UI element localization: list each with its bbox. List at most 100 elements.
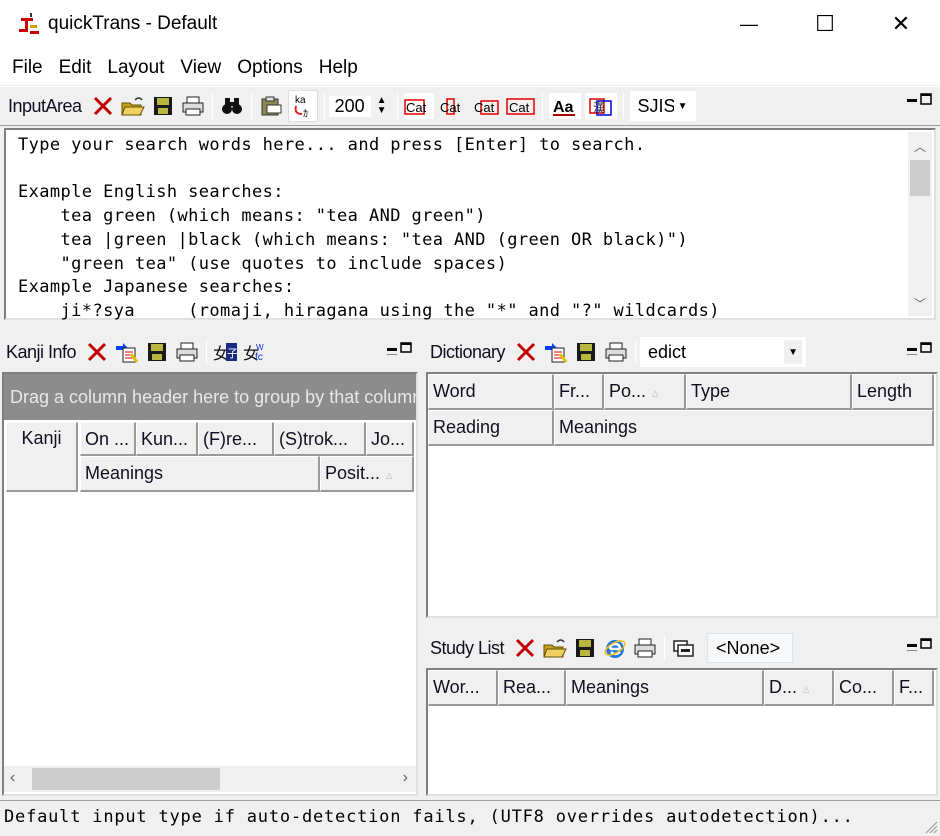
panel-minimize-icon[interactable] xyxy=(906,342,918,356)
flashcards-icon[interactable] xyxy=(671,635,697,661)
scrollbar-thumb[interactable] xyxy=(32,768,220,790)
dictionary-select[interactable]: edict ▼ xyxy=(640,337,807,367)
dictionary-grid: Word Fr... Po... ▵ Type Length Reading Me… xyxy=(426,372,938,618)
kanji-horizontal-scrollbar[interactable]: ‹ › xyxy=(4,766,416,792)
save-icon[interactable] xyxy=(573,339,599,365)
clear-icon[interactable] xyxy=(512,635,538,661)
sort-ascending-icon: ▵ xyxy=(803,681,810,696)
save-icon[interactable] xyxy=(144,339,170,365)
column-header-pos[interactable]: Po... ▵ xyxy=(604,374,686,410)
group-by-area[interactable]: Drag a column header here to group by th… xyxy=(4,374,416,420)
svg-text:ｶ: ｶ xyxy=(303,108,308,120)
browser-icon[interactable] xyxy=(602,635,628,661)
title-bar: quickTrans - Default — ☐ ✕ xyxy=(0,0,940,50)
column-header-strokes[interactable]: (S)trok... xyxy=(274,422,366,456)
menu-layout[interactable]: Layout xyxy=(99,57,172,79)
print-icon[interactable] xyxy=(603,339,629,365)
print-icon[interactable] xyxy=(174,339,200,365)
study-list-select-value: <None> xyxy=(716,637,781,658)
toolbar-separator xyxy=(622,93,624,119)
close-icon: ✕ xyxy=(891,11,911,36)
column-header-reading[interactable]: Reading xyxy=(428,410,554,446)
panel-minimize-icon[interactable] xyxy=(906,93,918,107)
study-list-select[interactable]: <None> xyxy=(707,633,794,663)
kanji-wfc-icon[interactable]: 女 Wfc xyxy=(243,339,269,365)
panel-maximize-icon[interactable] xyxy=(920,342,932,356)
resize-grip-icon[interactable] xyxy=(922,818,938,834)
font-size-value[interactable]: 200 xyxy=(328,95,371,117)
cat-style-4-icon[interactable]: Cat xyxy=(505,93,536,119)
column-header-kun[interactable]: Kun... xyxy=(136,422,198,456)
chevron-down-icon: ▼ xyxy=(784,340,803,364)
save-icon[interactable] xyxy=(572,635,598,661)
menu-edit[interactable]: Edit xyxy=(51,57,100,79)
column-header-jouyou[interactable]: Jo... xyxy=(366,422,414,456)
print-icon[interactable] xyxy=(180,93,206,119)
column-header-frequency[interactable]: Fr... xyxy=(554,374,604,410)
column-header-meanings[interactable]: Meanings xyxy=(566,670,764,706)
binoculars-icon[interactable] xyxy=(219,93,245,119)
search-input[interactable]: Type your search words here... and press… xyxy=(4,128,936,321)
kanji-info-title: Kanji Info xyxy=(6,341,77,362)
close-button[interactable]: ✕ xyxy=(866,0,936,48)
kana-convert-icon[interactable]: ka ｶ xyxy=(287,90,318,122)
column-header-f[interactable]: F... xyxy=(894,670,934,706)
clear-icon[interactable] xyxy=(90,93,116,119)
font-size-spinner[interactable]: ▲ ▼ xyxy=(371,96,393,116)
kanji-box-icon[interactable]: 漢 xyxy=(584,93,617,119)
save-icon[interactable] xyxy=(150,93,176,119)
menu-options[interactable]: Options xyxy=(229,57,310,79)
minimize-button[interactable]: — xyxy=(714,0,784,48)
search-input-text[interactable]: Type your search words here... and press… xyxy=(18,134,720,324)
menu-bar: File Edit Layout View Options Help xyxy=(0,50,940,85)
svg-text:漢: 漢 xyxy=(593,101,605,115)
panel-minimize-icon[interactable] xyxy=(906,638,918,652)
column-header-type[interactable]: Type xyxy=(686,374,852,410)
column-header-position[interactable]: Posit... ▵ xyxy=(320,456,414,492)
panel-maximize-icon[interactable] xyxy=(920,638,932,652)
cat-style-3-icon[interactable]: Cat xyxy=(472,93,502,119)
font-icon[interactable]: Aa xyxy=(548,93,581,119)
scroll-right-icon[interactable]: › xyxy=(403,769,408,787)
clear-icon[interactable] xyxy=(84,339,110,365)
kanji-info-toolbar: Kanji Info 女子 女 Wfc xyxy=(0,332,420,372)
column-header-kanji[interactable]: Kanji xyxy=(6,422,78,492)
menu-file[interactable]: File xyxy=(4,57,51,79)
kanji-lookup-icon[interactable]: 女子 xyxy=(213,339,239,365)
export-icon[interactable] xyxy=(114,339,140,365)
cat-style-1-icon[interactable]: Cat xyxy=(403,93,434,119)
column-header-word[interactable]: Word xyxy=(428,374,554,410)
menu-help[interactable]: Help xyxy=(311,57,366,79)
panel-maximize-icon[interactable] xyxy=(920,93,932,107)
maximize-button[interactable]: ☐ xyxy=(790,0,860,48)
scroll-left-icon[interactable]: ‹ xyxy=(10,769,15,787)
scroll-up-icon[interactable]: ︿ xyxy=(914,138,926,155)
scroll-down-icon[interactable]: ﹀ xyxy=(914,295,926,312)
print-icon[interactable] xyxy=(632,635,658,661)
column-header-on[interactable]: On ... xyxy=(80,422,136,456)
column-header-count[interactable]: Co... xyxy=(834,670,894,706)
panel-minimize-icon[interactable] xyxy=(386,342,398,356)
menu-view[interactable]: View xyxy=(172,57,229,79)
cat-style-2-icon[interactable]: Cat xyxy=(438,93,468,119)
svg-text:Cat: Cat xyxy=(440,100,461,115)
column-header-meanings[interactable]: Meanings xyxy=(80,456,320,492)
svg-text:子: 子 xyxy=(227,347,238,360)
open-folder-icon[interactable] xyxy=(542,635,568,661)
column-header-length[interactable]: Length xyxy=(852,374,934,410)
study-list-grid: Wor... Rea... Meanings D... ▵ Co... F... xyxy=(426,668,938,796)
column-header-date[interactable]: D... ▵ xyxy=(764,670,834,706)
encoding-select[interactable]: SJIS ▼ xyxy=(629,91,696,121)
sort-ascending-icon: ▵ xyxy=(652,385,659,400)
column-header-frequency[interactable]: (F)re... xyxy=(198,422,274,456)
scrollbar-thumb[interactable] xyxy=(910,160,930,196)
clipboard-icon[interactable] xyxy=(258,93,284,119)
column-header-word[interactable]: Wor... xyxy=(428,670,498,706)
column-header-meanings[interactable]: Meanings xyxy=(554,410,934,446)
export-icon[interactable] xyxy=(543,339,569,365)
clear-icon[interactable] xyxy=(513,339,539,365)
open-folder-icon[interactable] xyxy=(120,93,146,119)
column-header-reading[interactable]: Rea... xyxy=(498,670,566,706)
panel-maximize-icon[interactable] xyxy=(400,342,412,356)
input-vertical-scrollbar[interactable]: ︿ ﹀ xyxy=(908,132,932,316)
